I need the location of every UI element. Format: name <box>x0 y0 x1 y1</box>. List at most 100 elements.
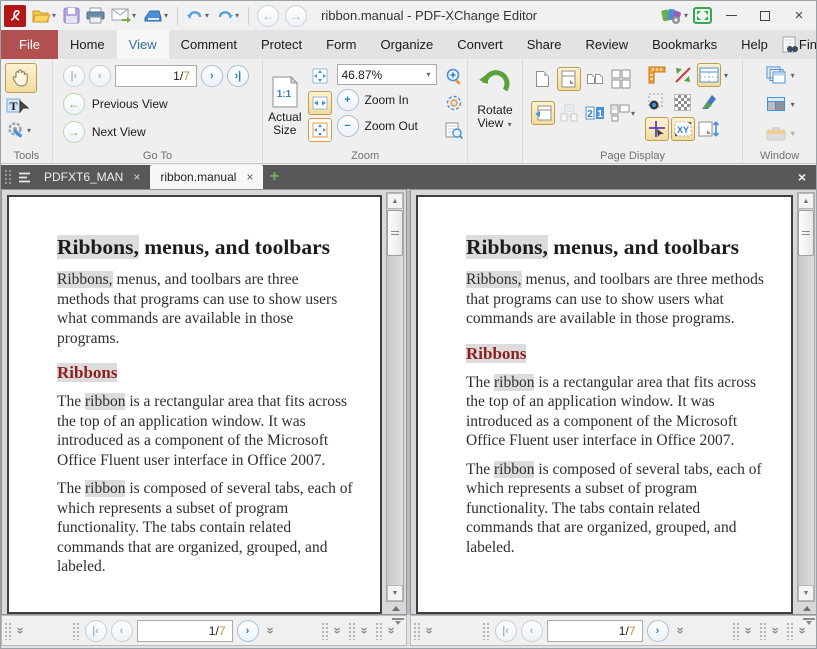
back-view-button[interactable]: ← <box>255 4 281 28</box>
scrollbar-thumb[interactable] <box>387 210 403 256</box>
toolbar-overflow-button[interactable]: » <box>673 623 688 639</box>
toolbar-grip[interactable] <box>348 622 355 640</box>
fit-width-button[interactable] <box>308 91 332 115</box>
previous-view-button[interactable]: ← Previous View <box>63 93 258 115</box>
first-page-button[interactable]: |‹ <box>85 620 107 642</box>
fit-visible-button[interactable] <box>308 118 332 142</box>
pdf-page[interactable]: Ribbons, menus, and toolbars Ribbons, me… <box>416 195 793 614</box>
toolbar-overflow-button[interactable]: » <box>14 623 29 639</box>
scrollbar-thumb[interactable] <box>798 210 814 256</box>
close-button[interactable]: × <box>782 3 816 29</box>
vertical-scrollbar[interactable]: ▲ ▼ <box>797 192 815 602</box>
continuous-button[interactable] <box>557 67 581 91</box>
page-transitions-button[interactable] <box>697 63 721 87</box>
new-tab-button[interactable]: + <box>263 165 285 189</box>
scan-button[interactable]: ▾ <box>141 4 171 28</box>
redo-button[interactable]: ▾ <box>214 4 242 28</box>
splitter-handle[interactable] <box>801 604 813 613</box>
next-view-button[interactable]: → Next View <box>63 121 258 143</box>
toolbar-overflow-button[interactable]: » <box>358 623 373 639</box>
document-tab-pdfxt6-man[interactable]: PDFXT6_MAN × <box>34 165 150 189</box>
toolbar-grip[interactable] <box>759 622 766 640</box>
tab-form[interactable]: Form <box>314 30 368 59</box>
toolbar-grip[interactable] <box>375 622 382 640</box>
tools-settings-button[interactable]: ▾ <box>5 119 33 141</box>
fit-page-button[interactable] <box>308 64 332 88</box>
toolbar-overflow-button[interactable]: » <box>742 623 757 639</box>
page-layout-options-button[interactable]: ▾ <box>609 103 637 123</box>
rotate-view-button[interactable]: Rotate View ▾ <box>472 65 518 132</box>
scroll-up-button[interactable]: ▲ <box>798 193 814 209</box>
ui-options-button[interactable]: ▾ <box>659 4 691 28</box>
zoom-out-button[interactable]: − Zoom Out <box>337 115 437 137</box>
toolbar-grip[interactable] <box>321 622 328 640</box>
tab-bookmarks[interactable]: Bookmarks <box>640 30 729 59</box>
toolbar-grip[interactable] <box>732 622 739 640</box>
tabbar-grip[interactable] <box>4 169 11 185</box>
toolbox-button[interactable] <box>764 121 788 145</box>
scroll-down-button[interactable]: ▼ <box>798 585 814 601</box>
split-view-button[interactable] <box>671 63 695 87</box>
zoom-tool-button[interactable] <box>442 64 466 88</box>
fullscreen-button[interactable] <box>691 4 714 28</box>
page-number-field[interactable]: 1/7 <box>547 620 643 642</box>
first-page-button[interactable]: |‹ <box>63 65 85 87</box>
actual-size-button[interactable]: 1:1 Actual Size <box>267 64 302 147</box>
statusbar-splitter-handle[interactable] <box>803 618 815 625</box>
snap-button[interactable] <box>645 90 669 114</box>
toolbar-overflow-button[interactable]: » <box>263 623 278 639</box>
close-document-button[interactable]: × <box>788 165 816 189</box>
page-numbers-button[interactable]: 21 <box>583 101 607 125</box>
two-pages-button[interactable] <box>583 67 607 91</box>
undo-button[interactable]: ▾ <box>184 4 212 28</box>
next-page-button[interactable]: › <box>647 620 669 642</box>
coordinates-tool-button[interactable]: XY <box>671 117 695 141</box>
transparency-grid-button[interactable] <box>671 90 695 114</box>
document-tab-ribbon-manual[interactable]: ribbon.manual × <box>150 165 263 189</box>
open-button[interactable]: ▾ <box>30 4 59 28</box>
toolbar-grip[interactable] <box>482 622 489 640</box>
toolbar-overflow-button[interactable]: » <box>423 623 438 639</box>
next-page-button[interactable]: › <box>237 620 259 642</box>
single-page-button[interactable] <box>531 67 555 91</box>
print-button[interactable] <box>84 4 107 28</box>
facing-pages-button[interactable] <box>557 101 581 125</box>
tab-close-icon[interactable]: × <box>133 170 140 184</box>
scrollbar-track[interactable] <box>798 256 814 585</box>
tab-close-icon[interactable]: × <box>246 170 253 184</box>
scrollbar-track[interactable] <box>387 256 403 585</box>
find-button[interactable]: Find... <box>780 33 817 57</box>
tab-file[interactable]: File <box>1 30 58 59</box>
tab-protect[interactable]: Protect <box>249 30 314 59</box>
toolbar-grip[interactable] <box>413 622 420 640</box>
splitter-handle[interactable] <box>390 604 402 613</box>
page-size-button[interactable] <box>697 117 721 141</box>
pdf-page[interactable]: Ribbons, menus, and toolbars Ribbons, me… <box>7 195 382 614</box>
tab-share[interactable]: Share <box>515 30 574 59</box>
cascade-windows-button[interactable] <box>764 63 788 87</box>
first-page-button[interactable]: |‹ <box>495 620 517 642</box>
forward-view-button[interactable]: → <box>283 4 309 28</box>
tab-view[interactable]: View <box>117 30 169 59</box>
zoom-level-combobox[interactable]: 46.87% ▾ <box>337 64 437 85</box>
tab-organize[interactable]: Organize <box>368 30 445 59</box>
statusbar-splitter-handle[interactable] <box>392 618 404 625</box>
toolbar-grip[interactable] <box>72 622 79 640</box>
minimize-button[interactable] <box>714 3 748 29</box>
two-pages-continuous-button[interactable] <box>609 67 633 91</box>
maximize-button[interactable] <box>748 3 782 29</box>
scroll-up-button[interactable]: ▲ <box>387 193 403 209</box>
vertical-scrollbar[interactable]: ▲ ▼ <box>386 192 404 602</box>
tab-review[interactable]: Review <box>573 30 640 59</box>
toolbar-overflow-button[interactable]: » <box>331 623 346 639</box>
page-corner-button[interactable] <box>697 90 721 114</box>
last-page-button[interactable]: ›| <box>227 65 249 87</box>
document-list-button[interactable] <box>14 165 34 189</box>
rulers-button[interactable] <box>645 63 669 87</box>
save-button[interactable] <box>61 4 82 28</box>
scroll-pages-button[interactable] <box>531 101 555 125</box>
toolbar-grip[interactable] <box>4 622 11 640</box>
select-text-tool-button[interactable]: T <box>5 96 31 116</box>
page-number-field[interactable]: 1/7 <box>115 65 197 87</box>
tile-windows-button[interactable] <box>764 92 788 116</box>
